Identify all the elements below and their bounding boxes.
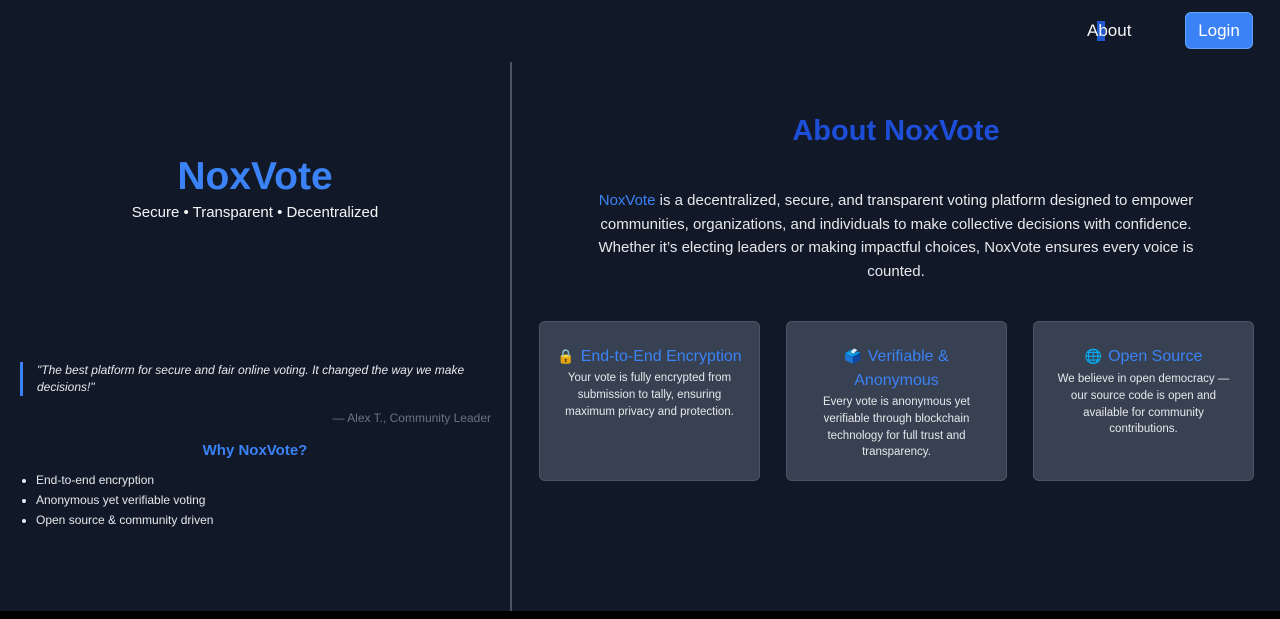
feature-title: 🗳️ Verifiable & Anonymous	[801, 344, 992, 393]
lock-icon: 🔒	[557, 348, 575, 364]
about-brand-highlight: NoxVote	[598, 192, 656, 209]
feature-description: Your vote is fully encrypted from submis…	[565, 372, 734, 418]
brand-tagline: Secure • Transparent • Decentralized	[131, 204, 379, 221]
testimonial-quote: "The best platform for secure and fair o…	[20, 362, 492, 396]
brand-title: NoxVote	[177, 155, 333, 198]
feature-title-text: End-to-End Encryption	[580, 348, 742, 365]
why-list: End-to-end encryption Anonymous yet veri…	[36, 470, 213, 530]
feature-title-text: Verifiable & Anonymous	[854, 348, 949, 389]
feature-description: We believe in open democracy — our sourc…	[1057, 373, 1230, 436]
feature-title: 🌐 Open Source	[1048, 344, 1239, 369]
feature-title-text: Open Source	[1108, 348, 1203, 365]
why-item: Anonymous yet verifiable voting	[36, 490, 213, 510]
bottom-edge	[0, 611, 1280, 619]
feature-title: 🔒 End-to-End Encryption	[554, 344, 745, 369]
feature-card-open-source: 🌐 Open Source We believe in open democrac…	[1033, 321, 1254, 481]
feature-card-verifiable: 🗳️ Verifiable & Anonymous Every vote is a…	[786, 321, 1007, 481]
about-body: is a decentralized, secure, and transpar…	[598, 192, 1194, 280]
page: About Login NoxVote Secure • Transparent…	[0, 0, 1280, 611]
about-title: About NoxVote	[792, 115, 1000, 147]
why-heading: Why NoxVote?	[202, 442, 308, 459]
why-item: End-to-end encryption	[36, 470, 213, 490]
feature-description: Every vote is anonymous yet verifiable t…	[822, 396, 970, 459]
left-panel: NoxVote Secure • Transparent • Decentral…	[0, 0, 510, 611]
feature-card-encryption: 🔒 End-to-End Encryption Your vote is full…	[539, 321, 760, 481]
about-description: NoxVote is a decentralized, secure, and …	[592, 189, 1200, 283]
testimonial-author: — Alex T., Community Leader	[332, 411, 491, 425]
why-item: Open source & community driven	[36, 510, 213, 530]
ballot-box-icon: 🗳️	[844, 348, 862, 364]
about-section: About NoxVote NoxVote is a decentralized…	[512, 0, 1280, 611]
globe-icon: 🌐	[1084, 348, 1103, 364]
